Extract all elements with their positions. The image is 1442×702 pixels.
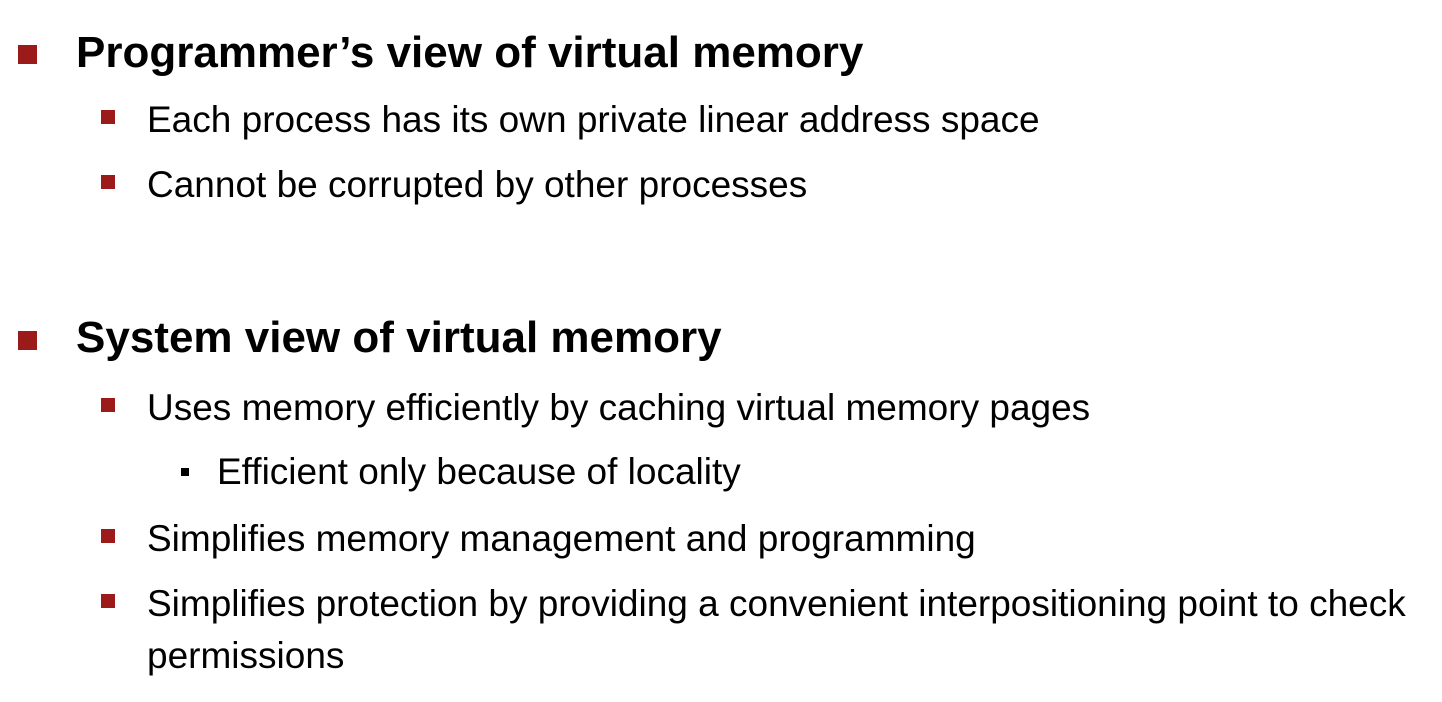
sub-list-item: Efficient only because of locality bbox=[217, 451, 741, 492]
list-item: Simplifies memory management and program… bbox=[147, 518, 976, 559]
list-item: Each process has its own private linear … bbox=[147, 99, 1040, 140]
list-item: Cannot be corrupted by other processes bbox=[147, 164, 808, 205]
bullet-icon bbox=[101, 594, 115, 608]
slide: Programmer’s view of virtual memory Each… bbox=[0, 0, 1442, 702]
list-item: Simplifies protection by providing a con… bbox=[147, 583, 1406, 676]
section-bullet-icon bbox=[18, 45, 37, 64]
list-item: Uses memory efficiently by caching virtu… bbox=[147, 387, 1091, 428]
section-bullet-icon bbox=[18, 331, 37, 350]
section-title-system-view: System view of virtual memory bbox=[76, 313, 722, 362]
sub-bullet-icon bbox=[181, 468, 189, 476]
bullet-icon bbox=[101, 529, 115, 543]
bullet-icon bbox=[101, 398, 115, 412]
bullet-icon bbox=[101, 110, 115, 124]
section-title-programmer-view: Programmer’s view of virtual memory bbox=[76, 28, 864, 77]
bullet-icon bbox=[101, 175, 115, 189]
